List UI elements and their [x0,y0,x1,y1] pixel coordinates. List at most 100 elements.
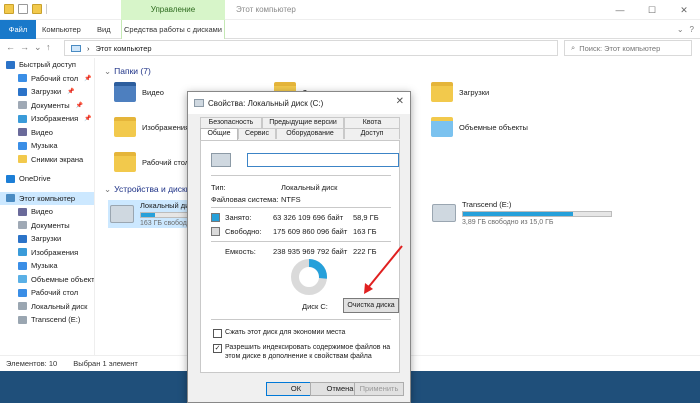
index-label: Разрешить индексировать содержимое файло… [225,344,391,360]
sidebar-item[interactable]: Изображения 📌 [0,112,94,126]
free-gb: 163 ГБ [353,227,377,236]
up-icon[interactable]: ↑ [46,42,51,52]
breadcrumb-sep: › [87,43,90,53]
sidebar-item[interactable]: Этот компьютер [0,191,94,205]
sidebar-item[interactable]: Transcend (E:) [0,313,94,327]
sidebar-item[interactable]: Рабочий стол 📌 [0,72,94,86]
index-checkbox[interactable]: ✓ [213,344,222,353]
sidebar-item-label: Этот компьютер [19,193,76,203]
sidebar-item[interactable]: Музыка [0,259,94,273]
sidebar-item[interactable]: Быстрый доступ [0,58,94,72]
video-icon [18,128,27,137]
pictures-icon [18,248,27,257]
back-icon[interactable]: ← [6,42,15,52]
tab-computer[interactable]: Компьютер [42,20,81,39]
sidebar-item-label: Документы [31,100,70,110]
documents-icon [18,221,27,230]
capacity-bytes: 238 935 969 792 байт [273,247,348,256]
pin-icon: 📌 [84,116,92,123]
tab-general[interactable]: Общие [200,128,238,140]
apply-button[interactable]: Применить [354,382,404,396]
forward-icon[interactable]: → [20,42,29,52]
sidebar-item-label: Загрузки [31,87,62,97]
downloads-icon [18,234,27,243]
recent-chevron-icon[interactable]: ⌄ [34,42,42,53]
folder-desktop[interactable]: Рабочий стол [114,152,189,172]
search-input[interactable]: ⌕ Поиск: Этот компьютер [564,40,692,56]
tab-tools[interactable]: Сервис [238,128,276,139]
sidebar-item-label: Музыка [31,261,58,271]
tab-hardware[interactable]: Оборудование [276,128,344,139]
search-placeholder: Поиск: Этот компьютер [579,43,661,53]
tab-previous-versions[interactable]: Предыдущие версии [262,117,344,128]
sidebar-item[interactable]: Снимки экрана [0,153,94,167]
sidebar-item-label: Transcend (E:) [31,315,81,325]
minimize-icon[interactable]: — [604,0,636,20]
navigation-pane: Быстрый доступ Рабочий стол 📌 Загрузки 📌 Доку… [0,58,95,355]
close-icon[interactable]: ✕ [396,96,404,107]
dialog-title-bar: Свойства: Локальный диск (C:) [188,92,410,114]
drive-usage-bar [462,211,612,217]
drive-name: Transcend (E:) [462,200,512,209]
quick-access-toolbar [4,4,47,14]
tab-view[interactable]: Вид [97,20,111,39]
pictures-folder-icon [114,117,136,137]
help-icon[interactable]: ? [690,25,694,34]
sidebar-item[interactable]: Музыка [0,139,94,153]
folder-pictures[interactable]: Изображения [114,117,189,137]
sidebar-item-label: Видео [31,207,53,217]
sidebar-item[interactable]: OneDrive [0,172,94,186]
tab-disk-tools[interactable]: Средства работы с дисками [121,20,225,39]
desktop-folder-icon [114,152,136,172]
drive-label-field[interactable] [247,153,399,167]
sidebar-item[interactable]: Видео [0,205,94,219]
tabs-row-2: Общие Сервис Оборудование Доступ [200,128,400,140]
ribbon: Файл Компьютер Вид Средства работы с дис… [0,20,700,39]
folder-3d-objects[interactable]: Объемные объекты [431,117,528,137]
sidebar-item[interactable]: Документы 📌 [0,99,94,113]
tab-quota[interactable]: Квота [344,117,400,128]
divider [211,207,391,208]
disk-cleanup-button[interactable]: Очистка диска [343,298,399,313]
ribbon-controls: ⌄ ? [677,25,694,34]
tab-file[interactable]: Файл [0,20,36,39]
address-path: Этот компьютер [95,43,152,53]
sidebar-item[interactable]: Объемные объекты [0,273,94,287]
folder-icon [18,155,27,164]
sidebar-item[interactable]: Документы [0,219,94,233]
disk-usage-donut [291,259,327,295]
maximize-icon[interactable]: ☐ [636,0,668,20]
downloads-folder-icon [431,82,453,102]
drive-transcend-e[interactable]: Transcend (E:) 3,89 ГБ свободно из 15,0 … [432,200,612,226]
close-icon[interactable]: ✕ [668,0,700,20]
sidebar-item[interactable]: Локальный диск [0,300,94,314]
sidebar-item[interactable]: Загрузки 📌 [0,85,94,99]
usb-drive-icon [432,204,456,222]
tab-manage[interactable]: Управление [121,0,225,20]
address-bar[interactable]: › Этот компьютер [64,40,558,56]
compress-checkbox[interactable] [213,329,222,338]
folder-downloads[interactable]: Загрузки [431,82,489,102]
divider [211,319,391,320]
folder-icon[interactable] [4,4,14,14]
sidebar-item[interactable]: Видео [0,126,94,140]
free-bytes: 175 609 860 096 байт [273,227,348,236]
sidebar-item[interactable]: Изображения [0,246,94,260]
sidebar-item-label: Загрузки [31,234,62,244]
title-bar: Управление Этот компьютер — ☐ ✕ [0,0,700,20]
properties-icon[interactable] [18,4,28,14]
sidebar-item[interactable]: Загрузки [0,232,94,246]
tab-security[interactable]: Безопасность [200,117,262,128]
sidebar-item[interactable]: Рабочий стол [0,286,94,300]
pictures-icon [18,114,27,123]
address-row: ← → ⌄ ↑ › Этот компьютер ⌕ Поиск: Этот к… [0,39,700,57]
music-icon [18,141,27,150]
video-folder-icon [114,82,136,102]
tab-sharing[interactable]: Доступ [344,128,400,139]
devices-section-header[interactable]: ⌄ Устройства и диски [104,184,191,195]
folders-section-header[interactable]: ⌄ Папки (7) [104,66,151,77]
folder-video[interactable]: Видео [114,82,164,102]
new-folder-icon[interactable] [32,4,42,14]
chevron-down-icon[interactable]: ⌄ [677,25,684,34]
desktop-icon [18,288,27,297]
